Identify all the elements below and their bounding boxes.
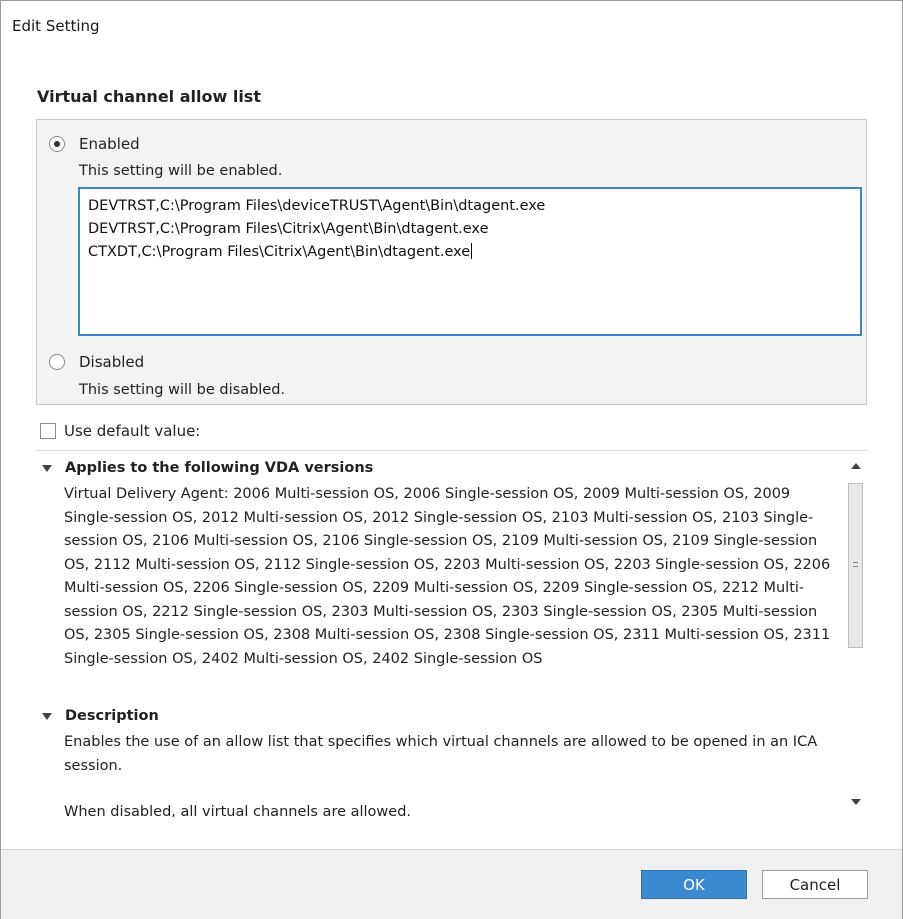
disabled-radio[interactable] — [49, 354, 65, 370]
applies-to-heading[interactable]: Applies to the following VDA versions — [42, 460, 373, 476]
scroll-down-arrow-icon[interactable] — [851, 799, 861, 805]
description-heading[interactable]: Description — [42, 708, 159, 724]
grip-icon — [853, 562, 858, 567]
use-default-row[interactable]: Use default value: — [40, 422, 200, 440]
allow-list-textarea[interactable]: DEVTRST,C:\Program Files\deviceTRUST\Age… — [78, 187, 862, 336]
setting-info-panel: Applies to the following VDA versions Vi… — [36, 450, 867, 817]
text-caret — [471, 243, 473, 259]
use-default-label: Use default value: — [64, 422, 201, 440]
description-text-2: When disabled, all virtual channels are … — [64, 804, 412, 817]
applies-to-text: Virtual Delivery Agent: 2006 Multi-sessi… — [64, 486, 831, 667]
enabled-radio[interactable] — [49, 136, 65, 152]
scroll-up-arrow-icon[interactable] — [851, 463, 861, 469]
dialog-footer: OK Cancel — [1, 849, 902, 919]
dialog-title: Edit Setting — [12, 17, 100, 35]
info-content: Applies to the following VDA versions Vi… — [36, 451, 844, 817]
collapse-triangle-icon[interactable] — [42, 712, 52, 720]
cancel-button[interactable]: Cancel — [762, 870, 868, 899]
disabled-label: Disabled — [79, 353, 145, 371]
enabled-radio-row[interactable]: Enabled — [49, 135, 140, 153]
disabled-hint: This setting will be disabled. — [79, 382, 286, 398]
collapse-triangle-icon[interactable] — [42, 464, 52, 472]
allow-list-line: DEVTRST,C:\Program Files\deviceTRUST\Age… — [88, 198, 546, 214]
allow-list-line: DEVTRST,C:\Program Files\Citrix\Agent\Bi… — [88, 221, 489, 237]
info-scrollbar[interactable] — [844, 451, 867, 817]
setting-name: Virtual channel allow list — [37, 87, 261, 106]
enabled-label: Enabled — [79, 135, 140, 153]
allow-list-line: CTXDT,C:\Program Files\Citrix\Agent\Bin\… — [88, 243, 473, 260]
scroll-thumb[interactable] — [848, 483, 863, 648]
description-text: Enables the use of an allow list that sp… — [64, 734, 818, 774]
disabled-radio-row[interactable]: Disabled — [49, 353, 144, 371]
enabled-hint: This setting will be enabled. — [79, 163, 283, 179]
ok-button[interactable]: OK — [641, 870, 747, 899]
setting-options-panel: Enabled This setting will be enabled. DE… — [36, 119, 867, 405]
use-default-checkbox[interactable] — [40, 423, 56, 439]
edit-setting-dialog: Edit Setting Virtual channel allow list … — [0, 0, 903, 919]
